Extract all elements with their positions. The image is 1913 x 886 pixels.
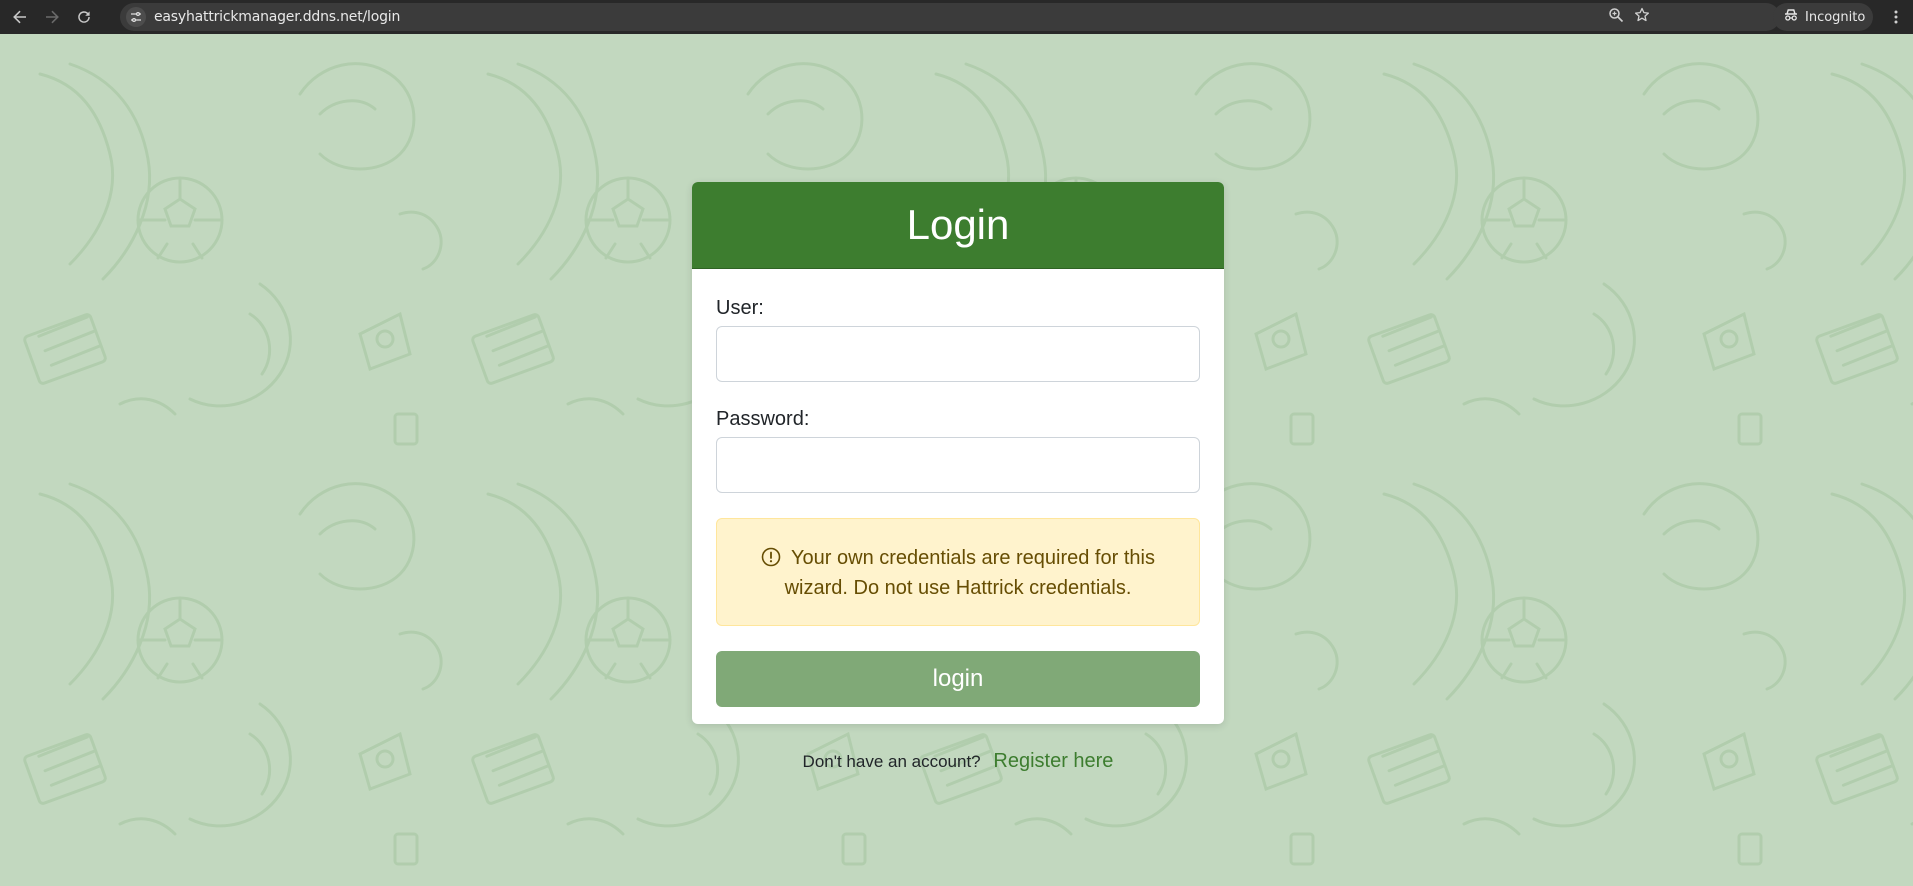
password-label: Password: <box>716 408 810 430</box>
back-icon[interactable] <box>8 5 32 29</box>
forward-icon[interactable] <box>40 5 64 29</box>
login-card-header: Login <box>692 182 1224 269</box>
credentials-warning-alert: Your own credentials are required for th… <box>716 518 1200 626</box>
login-card: Login User: Password: Your own credentia… <box>692 182 1224 724</box>
page-background: Login User: Password: Your own credentia… <box>0 34 1913 886</box>
address-bar[interactable]: easyhattrickmanager.ddns.net/login <box>120 3 1780 31</box>
login-button[interactable]: login <box>716 651 1200 707</box>
alert-text: Your own credentials are required for th… <box>784 547 1155 599</box>
more-menu-icon[interactable] <box>1886 5 1906 29</box>
login-title: Login <box>906 201 1010 248</box>
user-input[interactable] <box>716 326 1200 382</box>
incognito-icon <box>1783 7 1799 27</box>
browser-toolbar: easyhattrickmanager.ddns.net/login Incog… <box>0 0 1913 34</box>
register-prompt: Don't have an account? Register here <box>692 750 1224 773</box>
exclamation-circle-icon <box>761 547 781 567</box>
incognito-label: Incognito <box>1805 9 1866 25</box>
site-info-icon[interactable] <box>126 7 146 27</box>
register-link[interactable]: Register here <box>993 750 1113 772</box>
login-form: User: Password: Your own credentials are… <box>692 297 1224 707</box>
user-label: User: <box>716 297 764 319</box>
incognito-badge[interactable]: Incognito <box>1773 3 1873 31</box>
reload-icon[interactable] <box>72 5 96 29</box>
register-prompt-text: Don't have an account? <box>802 752 981 771</box>
bookmark-star-icon[interactable] <box>1634 7 1650 28</box>
zoom-icon[interactable] <box>1608 7 1624 28</box>
password-input[interactable] <box>716 437 1200 493</box>
url-text[interactable]: easyhattrickmanager.ddns.net/login <box>154 9 400 25</box>
